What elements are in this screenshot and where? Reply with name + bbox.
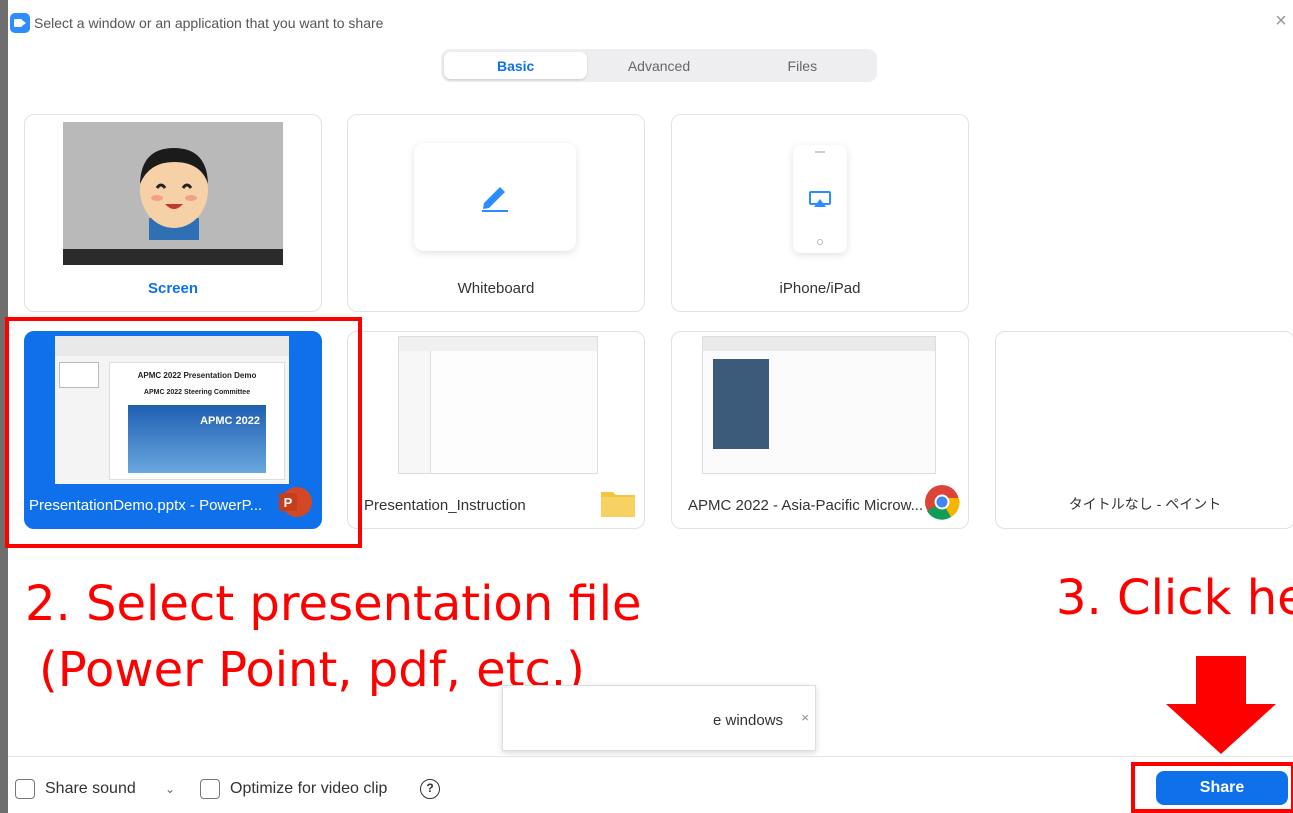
share-tile-iphone-ipad[interactable]: iPhone/iPad [671,114,969,312]
share-sound-label: Share sound [45,780,136,797]
browser-tabstrip [703,337,935,351]
window-title: Select a window or an application that y… [34,15,384,31]
phone-home-button [817,239,823,245]
tile-label: タイトルなし - ペイント [1068,496,1222,512]
explorer-sidebar [399,351,431,473]
tile-label: iPhone/iPad [779,280,861,297]
footer-divider [8,756,1293,757]
share-tile-whiteboard[interactable]: Whiteboard [347,114,645,312]
annotation-share-highlight-box [1131,762,1293,813]
browser-page-sidebar [713,359,769,449]
notification-toast: e windows × [502,685,816,751]
tab-basic[interactable]: Basic [444,52,588,79]
whiteboard-card [414,143,576,251]
zoom-video-icon [10,13,30,33]
help-icon[interactable]: ? [420,779,440,799]
screen-preview-thumbnail [63,122,283,265]
share-tabs: Basic Advanced Files [441,49,877,82]
annotation-step2-line1: 2. Select presentation file [25,576,642,632]
toast-text: e windows [713,712,784,729]
airplay-icon [809,191,831,207]
explorer-window-thumbnail [398,336,598,474]
share-tile-chrome[interactable]: APMC 2022 - Asia-Pacific Microw... [671,331,969,529]
phone-card [793,145,847,253]
down-arrow-icon [1166,656,1276,754]
optimize-video-label: Optimize for video clip [230,780,388,797]
tab-advanced[interactable]: Advanced [587,52,730,79]
avatar-illustration [140,148,208,240]
explorer-toolbar [399,337,597,351]
close-icon[interactable]: × [801,710,809,725]
tile-label: Whiteboard [457,280,535,297]
pencil-icon [482,187,508,212]
share-sound-checkbox[interactable] [15,779,35,799]
annotation-step3: 3. Click he [1056,570,1293,626]
screen-taskbar [63,249,283,265]
close-icon[interactable]: × [1271,11,1291,31]
phone-speaker [815,151,825,153]
folder-icon [601,492,635,517]
share-tile-paint[interactable]: タイトルなし - ペイント [995,331,1293,529]
optimize-video-checkbox[interactable] [200,779,220,799]
chevron-down-icon[interactable]: ⌄ [165,782,175,796]
browser-window-thumbnail [702,336,936,474]
chrome-icon [925,485,960,520]
share-tile-screen[interactable]: Screen [24,114,322,312]
share-tile-folder[interactable]: Presentation_Instruction [347,331,645,529]
tab-files[interactable]: Files [731,52,874,79]
annotation-highlight-box [5,317,362,548]
title-bar: Select a window or an application that y… [8,8,1293,38]
tile-label: Screen [147,280,199,297]
